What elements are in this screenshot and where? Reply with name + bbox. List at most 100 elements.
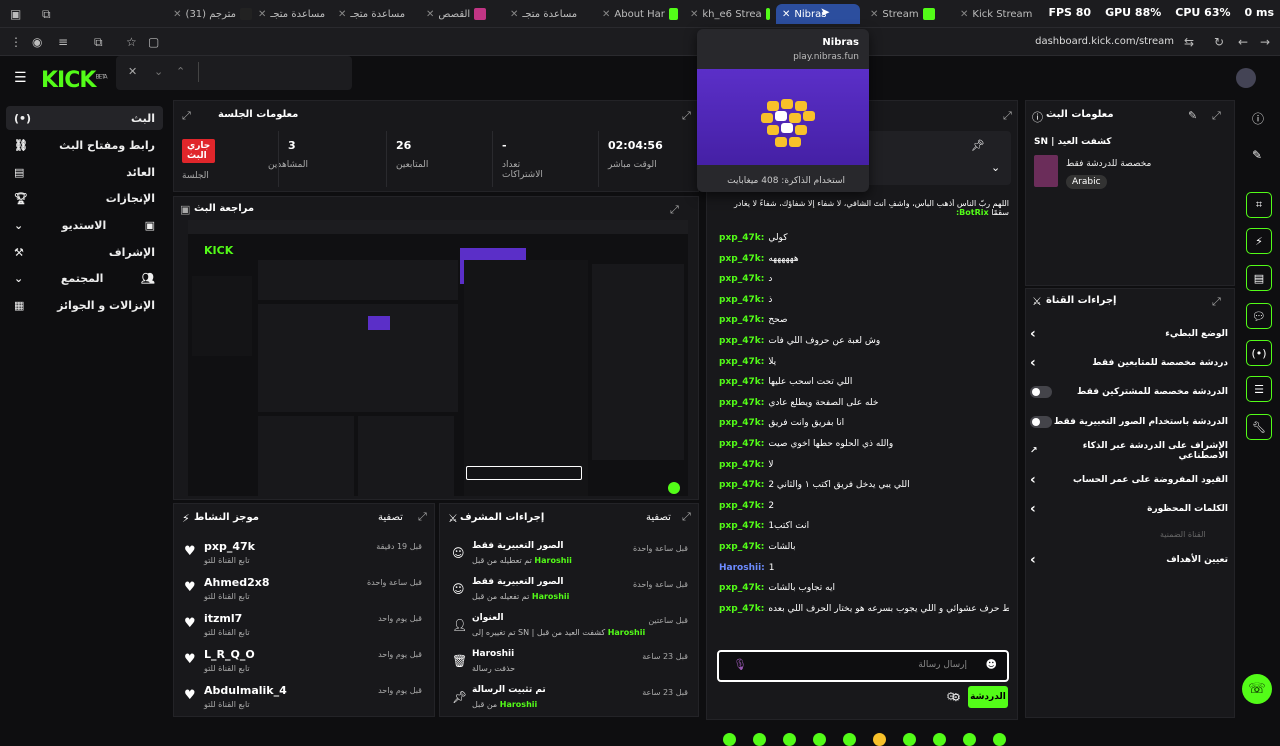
pin-icon[interactable]: ⧉ (42, 7, 51, 22)
sidebar-item-stream-key[interactable]: رابط ومفتاح البث ⛓ (6, 133, 163, 157)
sidebar-item-revenue[interactable]: العائد ▤ (6, 160, 163, 184)
external-icon[interactable]: ⤢ (670, 203, 679, 217)
chat-username[interactable]: pxp_47k: (719, 480, 764, 490)
extension-icon[interactable]: ◉ (32, 35, 42, 49)
broadcast-icon[interactable]: (•) (1246, 340, 1272, 366)
avatar[interactable] (1236, 68, 1256, 88)
edit-icon[interactable]: ✎ (1188, 109, 1197, 122)
followers-only-row[interactable]: دردشة مخصصة للمتابعين فقط › (1030, 353, 1228, 373)
close-icon[interactable]: ✕ (870, 9, 878, 20)
edit-icon[interactable]: ✎ (1252, 148, 1262, 162)
pin-icon[interactable]: 📌︎ (971, 139, 985, 152)
info-icon[interactable]: ⓘ (1252, 110, 1264, 127)
close-icon[interactable]: ✕ (173, 9, 181, 20)
screenshot-icon[interactable]: ⧉ (94, 35, 103, 50)
chat-send-button[interactable]: الدردشة (968, 686, 1008, 708)
wrench-icon[interactable]: 🔧︎ (1246, 414, 1272, 440)
tab-stream[interactable]: ✕ Stream (870, 4, 950, 24)
chat-username[interactable]: pxp_47k: (719, 604, 764, 614)
sidebar-item-achievements[interactable]: الإنجازات 🏆︎ (6, 186, 163, 210)
account-age-row[interactable]: القيود المفروضة على عمر الحساب › (1030, 470, 1228, 490)
chat-username[interactable]: pxp_47k: (719, 233, 764, 243)
slow-mode-row[interactable]: الوضع البطيء › (1030, 324, 1228, 344)
sidebar-item-live[interactable]: البث (•) (6, 106, 163, 130)
subscribers-only-toggle[interactable] (1030, 386, 1052, 398)
external-icon[interactable]: ⤢ (682, 510, 691, 524)
external-icon[interactable]: ⤢ (1212, 109, 1221, 123)
external-icon[interactable]: ⤢ (1003, 109, 1012, 123)
support-icon[interactable]: ☏ (1242, 674, 1272, 704)
notes-icon[interactable]: ▤ (1246, 265, 1272, 291)
close-icon[interactable]: ✕ (426, 9, 434, 20)
emotes-only-toggle[interactable] (1030, 416, 1052, 428)
forward-icon[interactable]: → (1260, 35, 1270, 49)
sidebar-item-moderation[interactable]: الإشراف ⚒ (6, 240, 163, 264)
external-icon[interactable]: ⤢ (418, 510, 427, 524)
clip-icon[interactable]: ⌗ (1246, 192, 1272, 218)
external-icon[interactable]: ⤢ (682, 109, 691, 123)
tab-tiktok[interactable]: ✕ (31) مترجم (132, 4, 252, 24)
emote-icon[interactable] (723, 733, 736, 746)
chat-username[interactable]: pxp_47k: (719, 583, 764, 593)
window-icon[interactable]: ▣ (10, 7, 21, 21)
sidebar-item-studio[interactable]: ▣ الاستديو ⌄ (6, 213, 163, 237)
tab-nibras[interactable]: ✕ Nibras (776, 4, 860, 24)
tab-search-icon[interactable]: ▢ (148, 35, 159, 49)
settings-icon[interactable]: ⋮ (10, 35, 22, 49)
emote-icon[interactable] (903, 733, 916, 746)
tab-help-1[interactable]: ✕ مساعدة متجـ (258, 4, 328, 24)
emote-icon[interactable] (813, 733, 826, 746)
sidebar-item-community[interactable]: 👥︎ المجتمع ⌄ (6, 266, 163, 290)
close-icon[interactable]: ✕ (690, 9, 698, 20)
external-icon[interactable]: ⤢ (1212, 295, 1221, 309)
menu-icon[interactable]: ☰ (14, 70, 27, 86)
reload-icon[interactable]: ↻ (1214, 35, 1224, 49)
settings-icon[interactable]: ⚙ (946, 690, 956, 703)
close-icon[interactable]: ✕ (258, 9, 266, 20)
filter-button[interactable]: تصفية (378, 512, 403, 523)
chat-username[interactable]: Haroshii: (719, 563, 765, 573)
close-icon[interactable]: ✕ (782, 9, 790, 20)
filter-button[interactable]: تصفية (646, 512, 671, 523)
chat-username[interactable]: pxp_47k: (719, 398, 764, 408)
expand-icon[interactable]: ⤢ (182, 109, 191, 123)
site-settings-icon[interactable]: ⇆ (1184, 35, 1194, 49)
tab-stories[interactable]: ✕ القصص (426, 4, 498, 24)
emote-icon[interactable] (843, 733, 856, 746)
chat-username[interactable]: pxp_47k: (719, 439, 764, 449)
filter-icon[interactable]: ≡ (58, 35, 68, 49)
emote-icon[interactable] (753, 733, 766, 746)
close-icon[interactable]: ✕ (510, 9, 518, 20)
bolt-icon[interactable]: ⚡︎ (1246, 228, 1272, 254)
layout-icon[interactable]: ☰ (1246, 376, 1272, 402)
chat-username[interactable]: pxp_47k: (719, 254, 764, 264)
emote-icon[interactable] (783, 733, 796, 746)
chat-username[interactable]: pxp_47k: (719, 418, 764, 428)
tab-help-2[interactable]: ✕ مساعدة متجـ (338, 4, 408, 24)
chevron-down-icon[interactable]: ⌄ (991, 161, 1000, 174)
stream-preview[interactable]: KICK (188, 220, 688, 496)
back-icon[interactable]: ← (1238, 35, 1248, 49)
tab-help-3[interactable]: ✕ مساعدة متجـ (510, 4, 590, 24)
close-icon[interactable]: ✕ (338, 9, 346, 20)
chat-username[interactable]: pxp_47k: (719, 460, 764, 470)
chat-username[interactable]: pxp_47k: (719, 295, 764, 305)
emote-icon[interactable] (873, 733, 886, 746)
close-icon[interactable]: ✕ (602, 9, 610, 20)
mic-icon[interactable]: 🎙︎ (733, 658, 747, 671)
chevron-down-icon[interactable]: ⌄ (154, 65, 163, 78)
chat-bubble-icon[interactable]: 💬︎ (1246, 303, 1272, 329)
tab-about[interactable]: ✕ About Har (602, 4, 678, 24)
banned-words-row[interactable]: الكلمات المحظورة › (1030, 499, 1228, 519)
chat-username[interactable]: pxp_47k: (719, 357, 764, 367)
chat-username[interactable]: pxp_47k: (719, 542, 764, 552)
chat-input[interactable]: 🎙︎ إرسال رسالة ☻ (717, 650, 1009, 682)
star-icon[interactable]: ☆ (126, 35, 137, 49)
tab-kick-stream[interactable]: ✕ Kick Stream (960, 4, 1044, 24)
close-icon[interactable]: ✕ (960, 9, 968, 20)
sidebar-item-drops[interactable]: الإنزالات و الجوائز ▦ (6, 293, 163, 317)
chat-username[interactable]: pxp_47k: (719, 315, 764, 325)
chevron-up-icon[interactable]: ⌃ (176, 65, 185, 78)
tab-kh[interactable]: ✕ kh_e6 Strea (690, 4, 770, 24)
emote-icon[interactable] (963, 733, 976, 746)
